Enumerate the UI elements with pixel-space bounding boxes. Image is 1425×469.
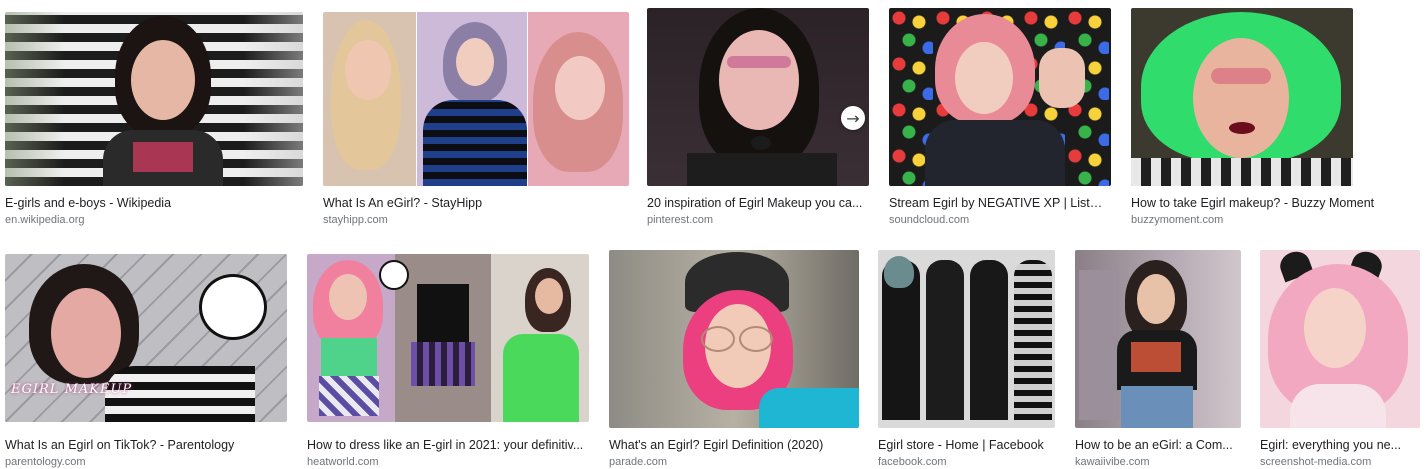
result-source: soundcloud.com — [889, 214, 970, 226]
result-source: parade.com — [609, 456, 668, 468]
result-source: stayhipp.com — [323, 214, 388, 226]
result-source: kawaiivibe.com — [1075, 456, 1150, 468]
result-tile-parade[interactable]: What's an Egirl? Egirl Definition (2020)… — [605, 250, 863, 469]
result-title[interactable]: Egirl: everything you ne... — [1260, 438, 1418, 453]
result-image[interactable] — [323, 12, 629, 186]
result-title[interactable]: Egirl store - Home | Facebook — [878, 438, 1060, 453]
result-source: buzzymoment.com — [1131, 214, 1224, 226]
result-image[interactable] — [889, 8, 1111, 186]
result-tile-stayhipp[interactable]: What Is An eGirl? - StayHipp stayhipp.co… — [319, 8, 631, 233]
result-title[interactable]: What Is an Egirl on TikTok? - Parentolog… — [5, 438, 287, 453]
result-source: facebook.com — [878, 456, 947, 468]
result-tile-heatworld[interactable]: How to dress like an E-girl in 2021: you… — [303, 250, 593, 469]
result-tile-soundcloud[interactable]: Stream Egirl by NEGATIVE XP | Listen... … — [885, 8, 1115, 233]
result-tile-buzzymoment[interactable]: How to take Egirl makeup? - Buzzy Moment… — [1127, 8, 1425, 233]
result-tile-pinterest[interactable]: → 20 inspiration of Egirl Makeup you ca.… — [643, 8, 873, 233]
result-tile-facebook[interactable]: Egirl store - Home | Facebook facebook.c… — [874, 250, 1062, 469]
result-tile-kawaiivibe[interactable]: How to be an eGirl: a Com... kawaiivibe.… — [1071, 250, 1247, 469]
result-title[interactable]: How to be an eGirl: a Com... — [1075, 438, 1239, 453]
result-image[interactable] — [1131, 8, 1353, 186]
result-title[interactable]: Stream Egirl by NEGATIVE XP | Listen... — [889, 196, 1105, 211]
result-source: parentology.com — [5, 456, 86, 468]
result-source: en.wikipedia.org — [5, 214, 85, 226]
result-source: pinterest.com — [647, 214, 714, 226]
result-image[interactable] — [307, 254, 589, 422]
result-source: heatworld.com — [307, 456, 379, 468]
result-title[interactable]: 20 inspiration of Egirl Makeup you ca... — [647, 196, 863, 211]
result-tile-parentology[interactable]: EGIRL MAKEUP What Is an Egirl on TikTok?… — [1, 250, 296, 469]
result-image[interactable] — [878, 250, 1055, 428]
result-title[interactable]: What's an Egirl? Egirl Definition (2020) — [609, 438, 857, 453]
result-image[interactable] — [1075, 250, 1241, 428]
result-tile-wikipedia[interactable]: E-girls and e-boys - Wikipedia en.wikipe… — [1, 8, 305, 233]
result-image[interactable] — [5, 12, 303, 186]
result-title[interactable]: How to take Egirl makeup? - Buzzy Moment — [1131, 196, 1423, 211]
arrow-right-icon[interactable]: → — [841, 106, 865, 130]
result-image[interactable] — [647, 8, 869, 186]
result-tile-screenshot-media[interactable]: Egirl: everything you ne... screenshot-m… — [1256, 250, 1425, 469]
result-source: screenshot-media.com — [1260, 456, 1372, 468]
result-image[interactable] — [1260, 250, 1420, 428]
result-title[interactable]: How to dress like an E-girl in 2021: you… — [307, 438, 589, 453]
result-title[interactable]: What Is An eGirl? - StayHipp — [323, 196, 623, 211]
makeup-caption: EGIRL MAKEUP — [11, 382, 133, 397]
result-title[interactable]: E-girls and e-boys - Wikipedia — [5, 196, 295, 211]
result-image[interactable] — [609, 250, 859, 428]
result-image[interactable]: EGIRL MAKEUP — [5, 254, 287, 422]
